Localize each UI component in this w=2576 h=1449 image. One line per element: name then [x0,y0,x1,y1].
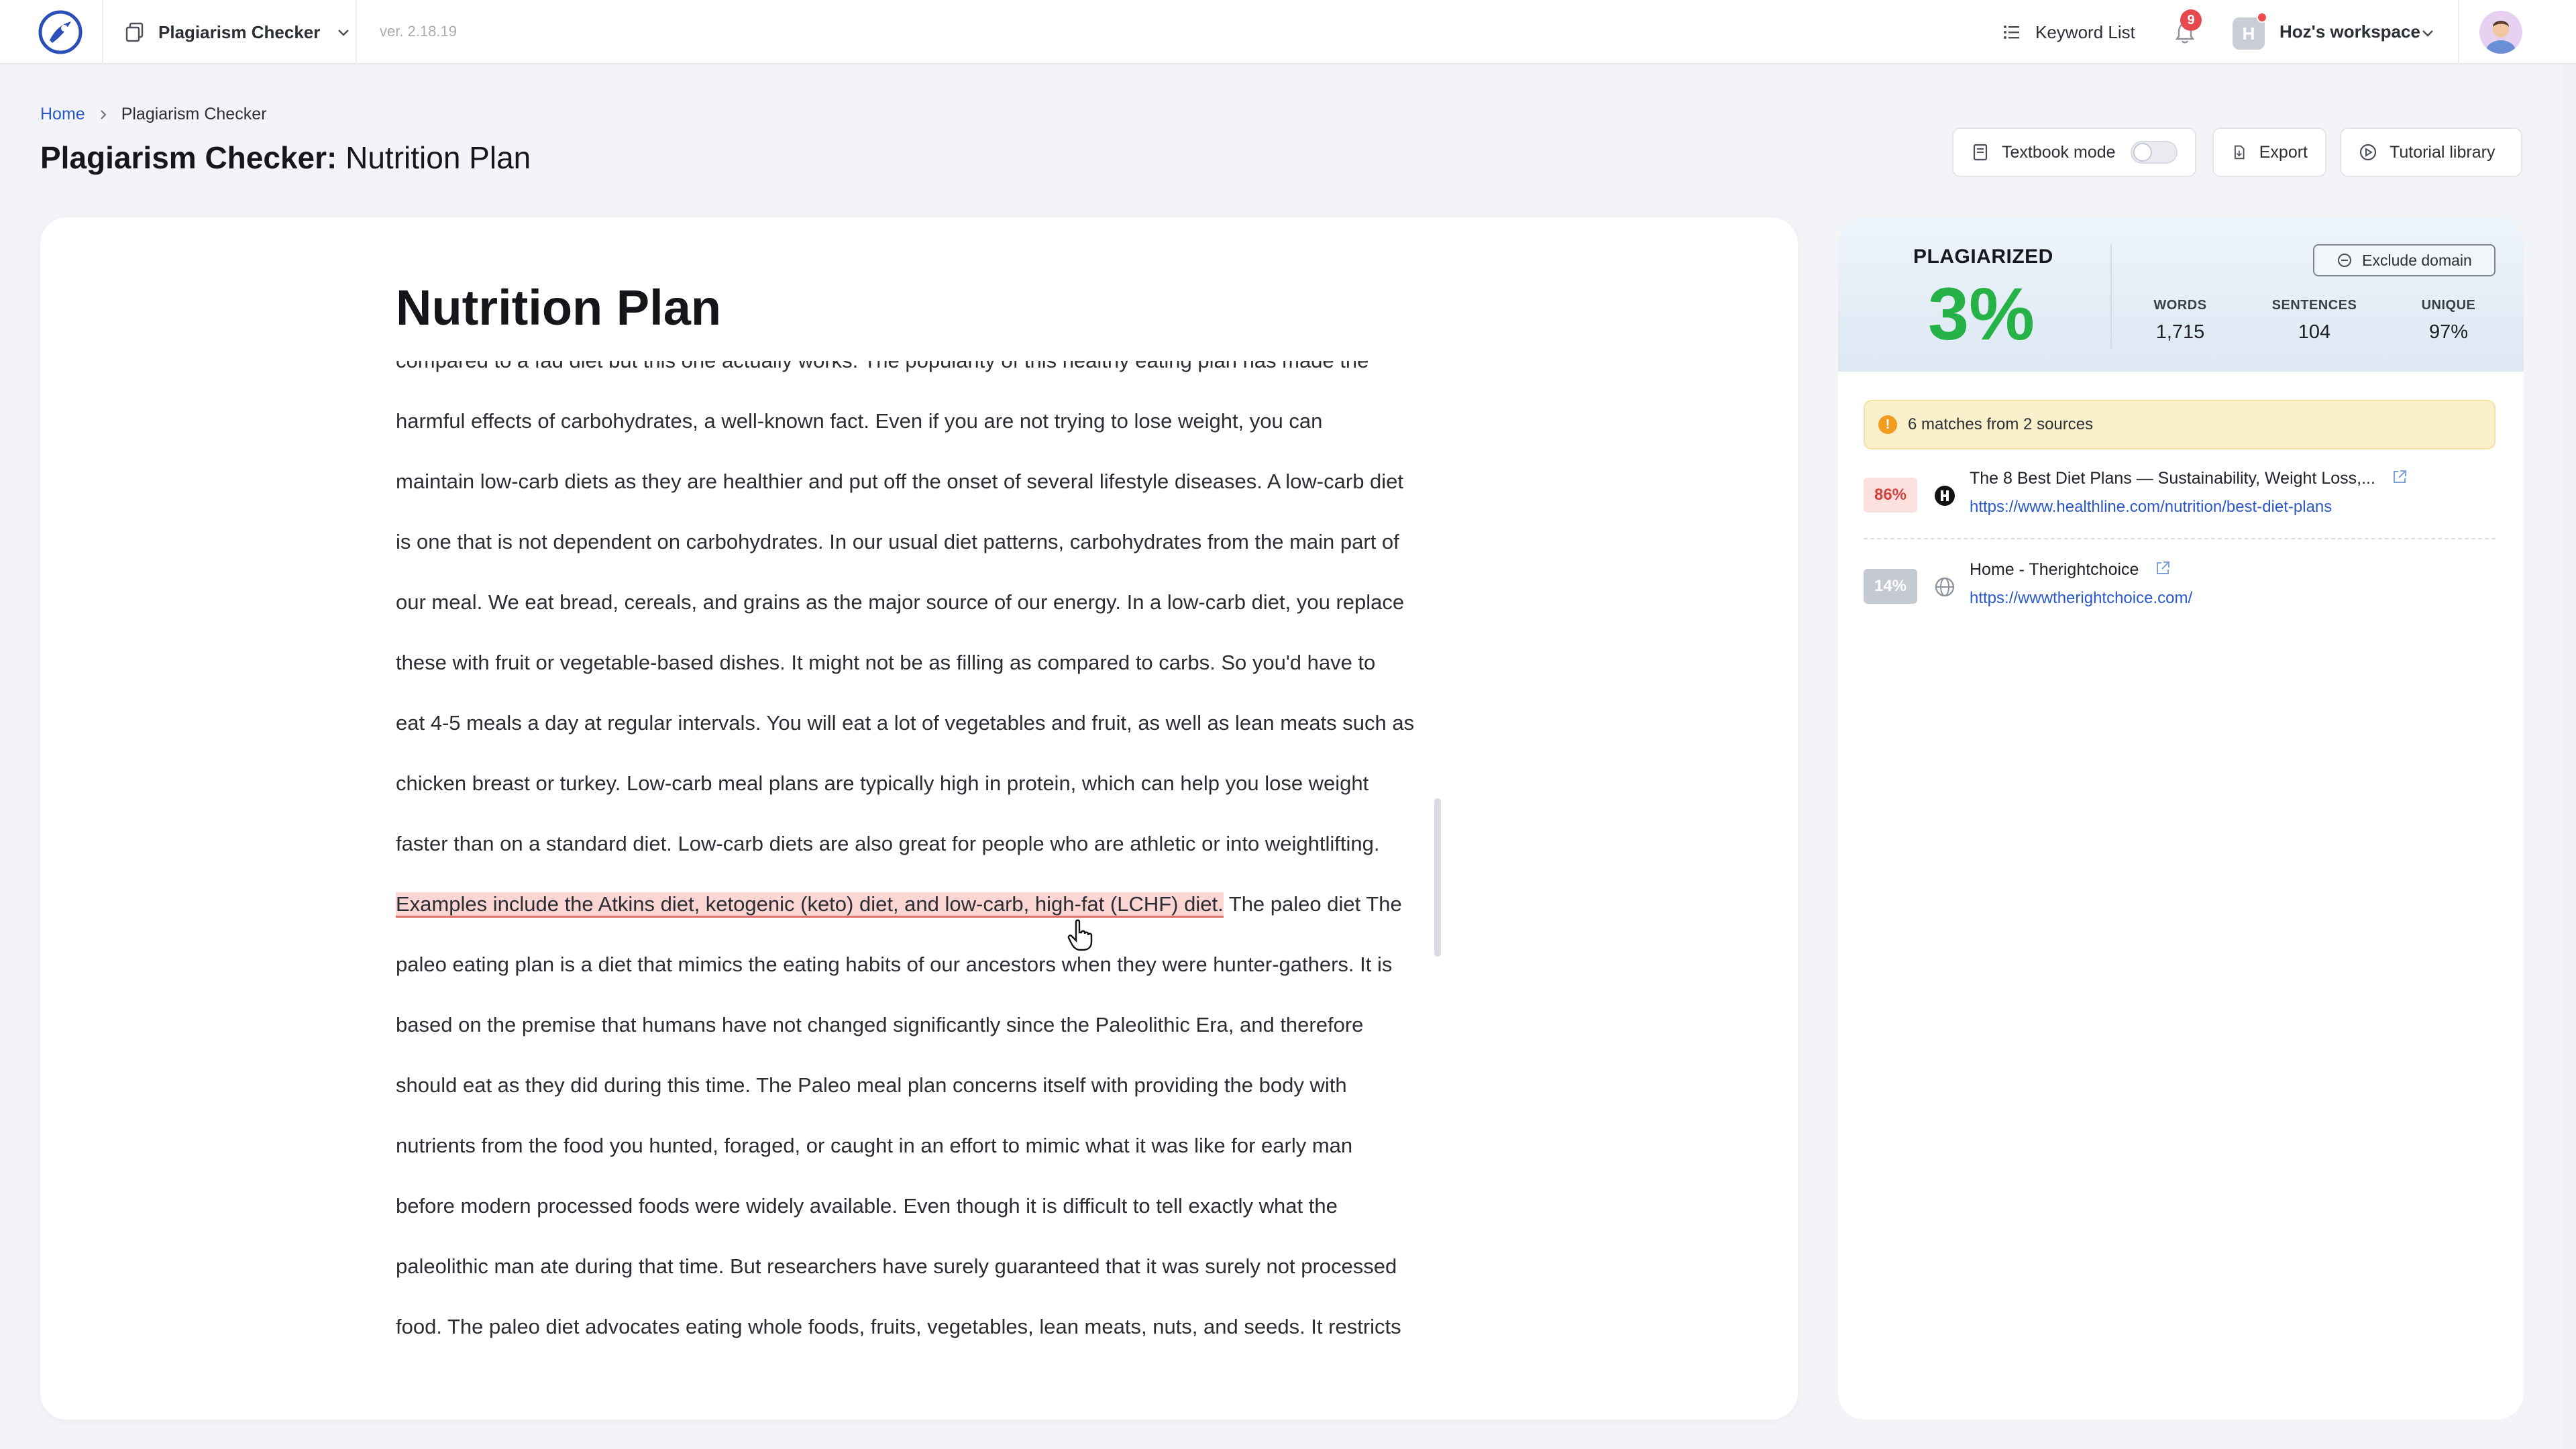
topbar-divider [102,0,103,64]
hand-pointer-icon [1067,919,1093,951]
external-link-icon[interactable] [2154,559,2171,577]
plagiarized-percent: 3% [1928,273,2035,356]
source-item[interactable]: 86% The 8 Best Diet Plans — Sustainabili… [1864,459,2496,533]
healthline-favicon-icon [1935,486,1955,506]
topbar-divider [356,0,357,64]
stat-value: 1,715 [2155,321,2205,343]
globe-icon [1935,577,1955,597]
external-link-icon[interactable] [2391,468,2408,486]
textbook-mode-toggle[interactable] [2130,141,2178,164]
workspace-status-dot [2257,12,2267,23]
plagiarized-label: PLAGIARIZED [1913,246,2053,268]
breadcrumb-home-link[interactable]: Home [40,105,85,124]
document-body[interactable]: compared to a fad diet but this one actu… [396,360,1442,1393]
app-logo-icon[interactable] [38,9,83,55]
play-circle-icon [2359,144,2377,161]
notification-badge: 9 [2180,9,2202,31]
user-avatar[interactable] [2479,11,2522,54]
stat-value: 104 [2298,321,2331,343]
document-editor[interactable]: Nutrition Plan compared to a fad diet bu… [40,217,1798,1419]
plagiarized-highlight[interactable]: Examples include the Atkins diet, ketoge… [396,892,1224,918]
document-title[interactable]: Nutrition Plan [396,279,721,336]
topbar-divider [2458,0,2459,64]
document-line[interactable]: before modern processed foods were widel… [396,1186,1338,1226]
toggle-knob [2133,143,2152,162]
stat-label: UNIQUE [2421,298,2476,313]
document-line[interactable]: chicken breast or turkey. Low-carb meal … [396,763,1368,804]
source-title[interactable]: Home - Therightchoice [1970,559,2171,580]
chevron-down-icon [338,30,350,36]
document-line[interactable]: Examples include the Atkins diet, ketoge… [396,884,1402,924]
page-title-prefix: Plagiarism Checker: [40,140,337,175]
list-icon [2004,25,2019,39]
tutorial-library-label: Tutorial library [2390,142,2496,162]
page-title: Plagiarism Checker: Nutrition Plan [40,140,531,176]
document-line[interactable]: maintain low-carb diets as they are heal… [396,462,1403,502]
matches-notice: 6 matches from 2 sources [1864,400,2496,449]
workspace-name[interactable]: Hoz's workspace [2279,21,2420,42]
stat-sentences: SENTENCES 104 [2261,298,2368,343]
source-title-text: Home - Therightchoice [1970,560,2139,579]
document-line[interactable]: faster than on a standard diet. Low-carb… [396,824,1379,864]
document-line-text: The paleo diet The [1223,892,1402,916]
summary-divider [2110,244,2112,349]
document-line[interactable]: is one that is not dependent on carbohyd… [396,522,1399,562]
textbook-mode-label: Textbook mode [2002,142,2116,162]
tool-switcher[interactable]: Plagiarism Checker [123,16,352,48]
exclude-domain-button[interactable]: Exclude domain [2313,244,2496,276]
keyword-list-label: Keyword List [2035,21,2135,42]
stat-label: WORDS [2153,298,2207,313]
document-line[interactable]: food. The paleo diet advocates eating wh… [396,1307,1401,1347]
stat-label: SENTENCES [2271,298,2357,313]
source-title[interactable]: The 8 Best Diet Plans — Sustainability, … [1970,468,2408,488]
chevron-down-icon[interactable] [2419,24,2436,42]
export-label: Export [2259,142,2308,162]
document-line[interactable]: compared to a fad diet but this one actu… [396,361,1368,381]
export-file-icon [2235,145,2245,160]
minus-circle-icon [2338,254,2352,267]
tool-switcher-label: Plagiarism Checker [158,21,321,42]
stat-value: 97% [2428,321,2469,343]
breadcrumb: Home Plagiarism Checker [40,105,266,124]
app-version: ver. 2.18.19 [380,23,457,40]
document-line[interactable]: nutrients from the food you hunted, fora… [396,1126,1352,1166]
tutorial-library-button[interactable]: Tutorial library [2340,127,2522,177]
book-icon [1973,144,1988,161]
stat-unique: UNIQUE 97% [2395,298,2502,343]
source-title-text: The 8 Best Diet Plans — Sustainability, … [1970,469,2375,488]
export-button[interactable]: Export [2212,127,2326,177]
source-match-percent: 14% [1864,569,1917,604]
document-line[interactable]: our meal. We eat bread, cereals, and gra… [396,582,1404,623]
source-item[interactable]: 14% Home - Therightchoice https://wwwthe… [1864,550,2496,624]
document-line[interactable]: these with fruit or vegetable-based dish… [396,643,1375,683]
document-line[interactable]: paleolithic man ate during that time. Bu… [396,1246,1397,1287]
textbook-mode-control[interactable]: Textbook mode [1952,127,2196,177]
source-url-link[interactable]: https://wwwtherightchoice.com/ [1970,589,2192,608]
document-line[interactable]: harmful effects of carbohydrates, a well… [396,401,1322,441]
source-divider [1864,538,2496,539]
results-panel: PLAGIARIZED 3% Exclude domain WORDS 1,71… [1838,217,2524,1419]
source-match-percent: 86% [1864,478,1917,513]
page-scrollbar[interactable] [2563,64,2576,1449]
user-avatar-icon [2479,11,2522,54]
stat-words: WORDS 1,715 [2127,298,2234,343]
document-line[interactable]: paleo eating plan is a diet that mimics … [396,945,1392,985]
keyword-list-button[interactable]: Keyword List [2002,17,2135,47]
page-title-name: Nutrition Plan [345,140,531,175]
chevron-right-icon [100,109,107,119]
warning-icon [1878,415,1897,434]
document-line[interactable]: eat 4-5 meals a day at regular intervals… [396,703,1414,743]
exclude-domain-label: Exclude domain [2362,251,2472,269]
results-summary: PLAGIARIZED 3% Exclude domain WORDS 1,71… [1838,217,2524,372]
matches-notice-text: 6 matches from 2 sources [1908,415,2094,433]
document-line[interactable]: based on the premise that humans have no… [396,1005,1363,1045]
copy-pages-icon [125,22,144,42]
breadcrumb-current: Plagiarism Checker [121,105,267,123]
top-bar: Plagiarism Checker ver. 2.18.19 Keyword … [0,0,2576,64]
document-line[interactable]: should eat as they did during this time.… [396,1065,1347,1106]
source-url-link[interactable]: https://www.healthline.com/nutrition/bes… [1970,498,2332,517]
editor-scrollbar[interactable] [1434,798,1441,957]
